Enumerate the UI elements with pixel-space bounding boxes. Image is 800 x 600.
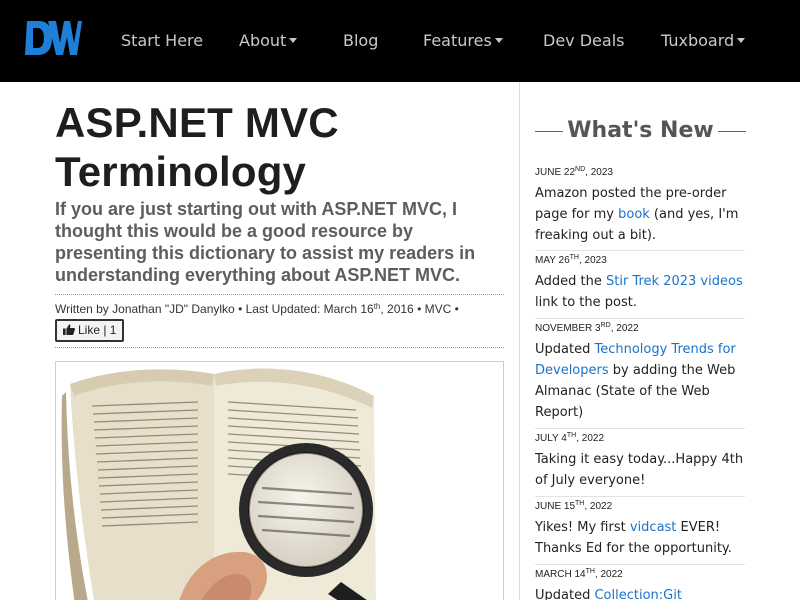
news-date: March 14th, 2022 <box>535 568 623 580</box>
article-meta: Written by Jonathan "JD" Danylko • Last … <box>55 302 459 316</box>
news-separator <box>535 250 745 251</box>
news-item: May 26th, 2023 Added the Stir Trek 2023 v… <box>535 254 745 313</box>
caret-down-icon <box>289 37 298 43</box>
site-logo[interactable] <box>24 19 82 57</box>
meta-written-by: Written by <box>55 302 113 316</box>
news-text: Updated Collection:Git Resources <box>535 585 745 600</box>
news-date: May 26th, 2023 <box>535 254 607 266</box>
news-separator <box>535 564 745 565</box>
news-text: Added the Stir Trek 2023 videos link to … <box>535 274 743 310</box>
news-item: June 15th, 2022 Yikes! My first vidcast E… <box>535 500 745 559</box>
news-date: July 4th, 2022 <box>535 432 605 444</box>
news-date: November 3rd, 2022 <box>535 322 639 334</box>
meta-divider-bottom <box>55 347 504 348</box>
meta-updated: Last Updated: March 16 <box>245 302 374 316</box>
page-title: ASP.NET MVC Terminology <box>55 99 339 195</box>
caret-down-icon <box>494 37 503 43</box>
news-text: Yikes! My first vidcast EVER! Thanks Ed … <box>535 520 732 556</box>
meta-divider-top <box>55 294 504 295</box>
category-link[interactable]: MVC <box>425 302 452 316</box>
news-separator <box>535 318 745 319</box>
news-item: March 14th, 2022 Updated Collection:Git R… <box>535 568 745 600</box>
news-item: November 3rd, 2022 Updated Technology Tre… <box>535 322 745 423</box>
news-link[interactable]: vidcast <box>630 520 677 535</box>
sidebar-divider <box>519 82 520 600</box>
news-item: June 22nd, 2023 Amazon posted the pre-ord… <box>535 166 745 246</box>
hero-image <box>55 361 504 600</box>
top-navbar: Start Here About Blog Features Dev Deals… <box>0 0 800 82</box>
news-separator <box>535 496 745 497</box>
news-link[interactable]: Stir Trek 2023 videos <box>606 274 743 289</box>
news-link[interactable]: book <box>618 207 650 222</box>
caret-down-icon <box>737 37 746 43</box>
nav-tuxboard[interactable]: Tuxboard <box>661 30 746 52</box>
whats-new-heading: What's New <box>567 118 714 143</box>
news-text: Taking it easy today...Happy 4th of July… <box>535 452 744 488</box>
book-magnifier-illustration <box>61 368 376 600</box>
like-button[interactable]: Like | 1 <box>55 319 124 342</box>
nav-start-here[interactable]: Start Here <box>121 30 203 52</box>
news-text: Updated Technology Trends for Developers… <box>535 342 736 420</box>
news-text: Amazon posted the pre-order page for my … <box>535 186 739 243</box>
page-subtitle: If you are just starting out with ASP.NE… <box>55 199 476 285</box>
news-date: June 22nd, 2023 <box>535 166 613 178</box>
news-item: July 4th, 2022 Taking it easy today...Hap… <box>535 432 745 491</box>
author-name[interactable]: Jonathan "JD" Danylko <box>112 302 235 316</box>
like-label: Like | 1 <box>78 323 117 337</box>
nav-dev-deals[interactable]: Dev Deals <box>543 30 624 52</box>
nav-blog[interactable]: Blog <box>343 30 378 52</box>
thumbs-up-icon <box>63 324 75 335</box>
news-date: June 15th, 2022 <box>535 500 613 512</box>
news-separator <box>535 428 745 429</box>
nav-features[interactable]: Features <box>423 30 503 52</box>
nav-about[interactable]: About <box>239 30 298 52</box>
